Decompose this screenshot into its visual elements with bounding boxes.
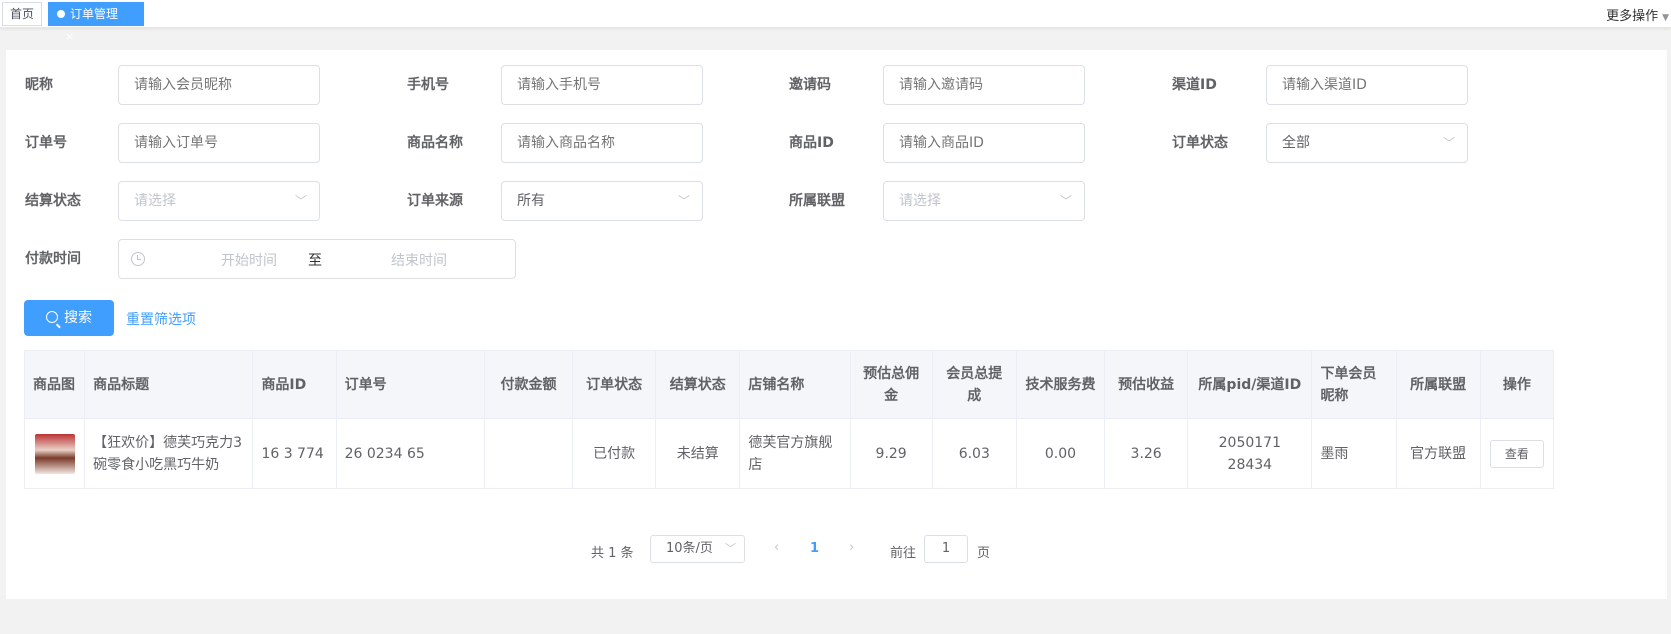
product-id-label: 商品ID xyxy=(789,135,834,151)
search-button[interactable]: 搜索 xyxy=(24,300,114,336)
shop-cell: 德芙官方旗舰店 xyxy=(739,418,851,489)
settle-status-cell: 未结算 xyxy=(655,418,741,489)
th-product-id: 商品ID xyxy=(252,350,337,419)
search-icon xyxy=(46,311,58,323)
th-shop: 店铺名称 xyxy=(739,350,851,419)
invite-code-label: 邀请码 xyxy=(789,77,831,93)
close-icon[interactable]: × xyxy=(65,30,74,43)
channel-id-label: 渠道ID xyxy=(1172,77,1217,93)
table-row: 【狂欢价】德芙巧克力3碗零食小吃黑巧牛奶巧... 16 3 774 26 023… xyxy=(23,418,1555,489)
chevron-down-icon: ▼ xyxy=(1662,13,1669,23)
pid-cell: 2050171 28434 xyxy=(1187,418,1313,489)
table-header-row: 商品图 商品标题 商品ID 订单号 付款金额 订单状态 结算状态 店铺名称 预估… xyxy=(23,350,1555,419)
goto-label: 前往 xyxy=(890,546,917,561)
tags-bar: 首页 订单管理 × 更多操作 ▼ xyxy=(0,0,1671,43)
product-title-cell: 【狂欢价】德芙巧克力3碗零食小吃黑巧牛奶巧... xyxy=(84,418,254,489)
action-cell: 查看 xyxy=(1479,418,1555,489)
product-name-input[interactable] xyxy=(501,123,703,163)
settle-status-placeholder: 请选择 xyxy=(134,193,176,209)
alliance-label: 所属联盟 xyxy=(789,193,845,209)
next-page-icon[interactable]: › xyxy=(849,540,854,555)
nickname-input[interactable] xyxy=(118,65,320,105)
order-status-cell: 已付款 xyxy=(572,418,657,489)
product-name-label: 商品名称 xyxy=(407,135,463,151)
service-fee-cell: 0.00 xyxy=(1015,418,1106,489)
prev-page-icon[interactable]: ‹ xyxy=(774,540,779,555)
alliance-select[interactable]: 请选择 ﹀ xyxy=(883,181,1085,221)
product-id-cell: 16 3 774 xyxy=(252,418,337,489)
order-status-value: 全部 xyxy=(1282,135,1310,151)
phone-input[interactable] xyxy=(501,65,703,105)
amount-cell xyxy=(483,418,574,489)
th-alliance: 所属联盟 xyxy=(1395,350,1481,419)
pagination: 共 1 条 10条/页 ﹀ ‹ 1 › 前往 1 页 xyxy=(6,535,1667,565)
search-button-label: 搜索 xyxy=(64,310,92,326)
member-commission-cell: 6.03 xyxy=(931,418,1017,489)
phone-label: 手机号 xyxy=(407,77,449,93)
range-separator: 至 xyxy=(308,253,322,269)
tab-order-management[interactable]: 订单管理 × xyxy=(48,2,144,43)
th-income: 预估收益 xyxy=(1104,350,1189,419)
th-settle-status: 结算状态 xyxy=(655,350,741,419)
pay-time-range-picker[interactable]: 开始时间 至 结束时间 xyxy=(118,239,516,279)
product-thumbnail-cell xyxy=(23,418,86,489)
page-number-current[interactable]: 1 xyxy=(810,541,819,556)
th-member: 下单会员昵称 xyxy=(1311,350,1397,419)
commission-cell: 9.29 xyxy=(849,418,933,489)
th-service-fee: 技术服务费 xyxy=(1015,350,1106,419)
channel-id-input[interactable] xyxy=(1266,65,1468,105)
order-no-label: 订单号 xyxy=(25,135,67,151)
orders-table: 商品图 商品标题 商品ID 订单号 付款金额 订单状态 结算状态 店铺名称 预估… xyxy=(23,350,1555,489)
th-commission: 预估总佣金 xyxy=(849,350,933,419)
chevron-down-icon: ﹀ xyxy=(1442,136,1455,150)
alliance-placeholder: 请选择 xyxy=(899,193,941,209)
reset-filters-link[interactable]: 重置筛选项 xyxy=(126,309,196,329)
order-source-value: 所有 xyxy=(517,193,545,209)
tab-home[interactable]: 首页 xyxy=(2,2,42,26)
product-id-input[interactable] xyxy=(883,123,1085,163)
clock-icon xyxy=(131,252,145,266)
active-dot-icon xyxy=(57,9,65,18)
th-amount: 付款金额 xyxy=(483,350,574,419)
more-actions-label: 更多操作 xyxy=(1606,9,1659,24)
goto-page-input[interactable]: 1 xyxy=(924,535,968,563)
page-size-select[interactable]: 10条/页 ﹀ xyxy=(650,535,745,563)
pay-time-label: 付款时间 xyxy=(25,251,81,267)
tab-order-management-label: 订单管理 xyxy=(70,7,119,21)
chevron-down-icon: ﹀ xyxy=(1059,194,1072,208)
more-actions-dropdown[interactable]: 更多操作 ▼ xyxy=(1606,5,1669,24)
chevron-down-icon: ﹀ xyxy=(294,194,307,208)
product-thumbnail xyxy=(34,433,75,474)
page-unit-label: 页 xyxy=(977,546,991,561)
order-no-input[interactable] xyxy=(118,123,320,163)
th-order-no: 订单号 xyxy=(335,350,485,419)
order-source-label: 订单来源 xyxy=(407,193,463,209)
order-no-cell: 26 0234 65 xyxy=(335,418,485,489)
view-button[interactable]: 查看 xyxy=(1489,439,1544,468)
th-pid: 所属pid/渠道ID xyxy=(1187,350,1313,419)
settle-status-label: 结算状态 xyxy=(25,193,81,209)
pagination-total: 共 1 条 xyxy=(591,546,634,561)
order-status-select[interactable]: 全部 ﹀ xyxy=(1266,123,1468,163)
start-time-input[interactable]: 开始时间 xyxy=(194,250,304,270)
nickname-label: 昵称 xyxy=(25,77,53,93)
th-image: 商品图 xyxy=(23,350,86,419)
order-panel: 昵称 手机号 邀请码 渠道ID 订单号 商品名称 商品ID 订单状态 全部 ﹀ 结… xyxy=(6,50,1667,599)
settle-status-select[interactable]: 请选择 ﹀ xyxy=(118,181,320,221)
income-cell: 3.26 xyxy=(1104,418,1189,489)
end-time-input[interactable]: 结束时间 xyxy=(364,250,474,270)
product-title: 【狂欢价】德芙巧克力3碗零食小吃黑巧牛奶巧... xyxy=(93,434,243,473)
th-action: 操作 xyxy=(1479,350,1555,419)
th-member-commission: 会员总提成 xyxy=(931,350,1017,419)
chevron-down-icon: ﹀ xyxy=(725,542,736,555)
chevron-down-icon: ﹀ xyxy=(677,194,690,208)
order-source-select[interactable]: 所有 ﹀ xyxy=(501,181,703,221)
th-order-status: 订单状态 xyxy=(572,350,657,419)
invite-code-input[interactable] xyxy=(883,65,1085,105)
order-status-label: 订单状态 xyxy=(1172,135,1228,151)
th-title: 商品标题 xyxy=(84,350,254,419)
alliance-cell: 官方联盟 xyxy=(1395,418,1481,489)
page-size-value: 10条/页 xyxy=(666,541,713,556)
member-cell: 墨雨 xyxy=(1311,418,1397,489)
